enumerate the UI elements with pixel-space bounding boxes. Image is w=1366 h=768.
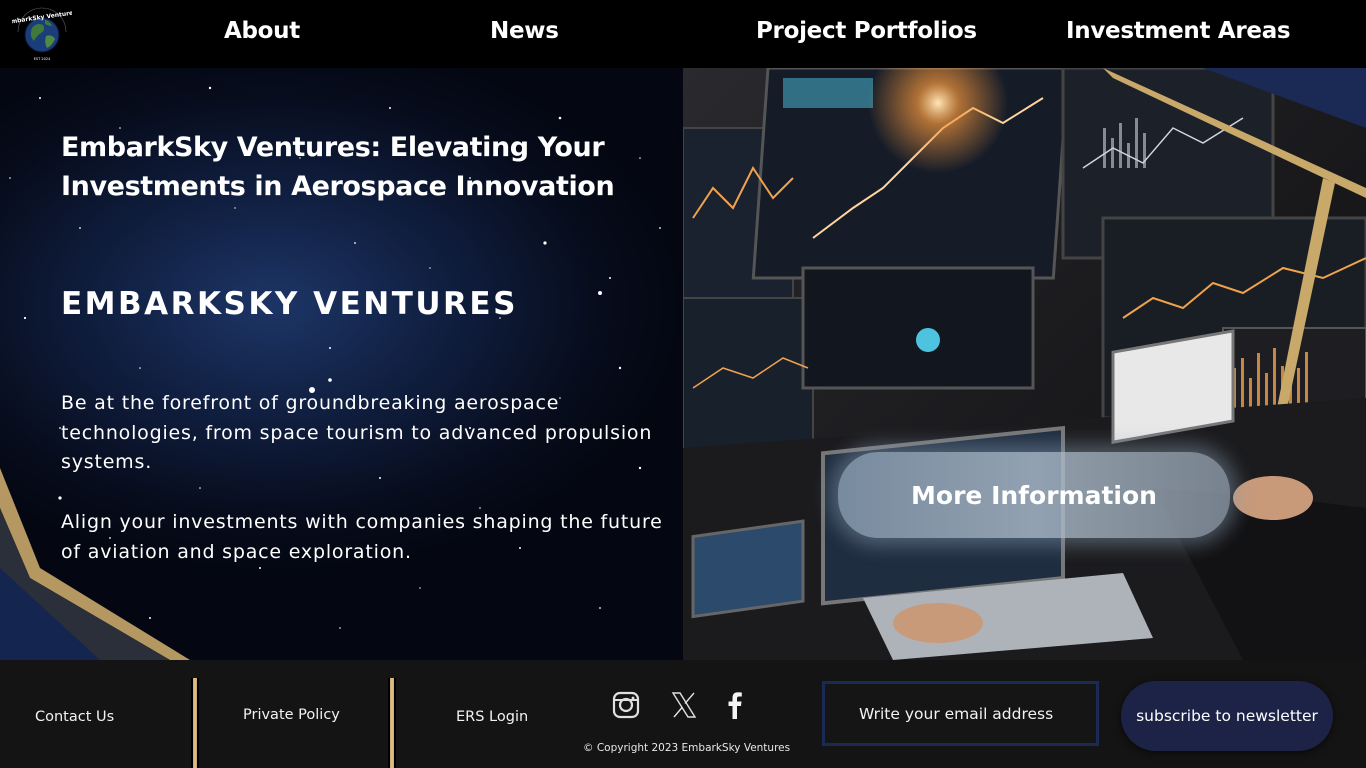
footer-privacy-policy-link[interactable]: Private Policy (243, 707, 340, 723)
hero-brand-heading: EMBARKSKY VENTURES (61, 286, 518, 322)
nav-about[interactable]: About (224, 18, 300, 44)
newsletter-email-input[interactable] (822, 681, 1099, 746)
footer-ers-login-link[interactable]: ERS Login (456, 709, 528, 725)
footer-contact-us-link[interactable]: Contact Us (35, 709, 114, 725)
nav-investment-areas[interactable]: Investment Areas (1066, 18, 1291, 44)
logo-globe-icon[interactable]: EmbarkSky Ventures EST 2024 (12, 6, 72, 64)
hero-paragraph-2: Align your investments with companies sh… (61, 511, 663, 563)
footer-divider (388, 678, 396, 768)
nav-project-portfolios[interactable]: Project Portfolios (756, 18, 977, 44)
nav-news[interactable]: News (490, 18, 559, 44)
logo-est-text: EST 2024 (34, 57, 51, 61)
more-information-button[interactable]: More Information (838, 452, 1230, 538)
copyright-text: © Copyright 2023 EmbarkSky Ventures (583, 742, 791, 754)
subscribe-newsletter-button[interactable]: subscribe to newsletter (1121, 681, 1333, 751)
instagram-icon[interactable] (612, 690, 642, 720)
top-navigation-bar: EmbarkSky Ventures EST 2024 About News P… (0, 0, 1366, 68)
hero-paragraph-1: Be at the forefront of groundbreaking ae… (61, 392, 653, 473)
footer-divider (191, 678, 199, 768)
hero-trading-image (683, 68, 1366, 660)
hero-space-panel: EmbarkSky Ventures: Elevating Your Inves… (0, 68, 683, 660)
facebook-icon[interactable] (720, 690, 750, 720)
trading-desk-illustration (683, 68, 1366, 660)
hero-title: EmbarkSky Ventures: Elevating Your Inves… (61, 132, 615, 202)
x-icon[interactable] (669, 690, 699, 720)
